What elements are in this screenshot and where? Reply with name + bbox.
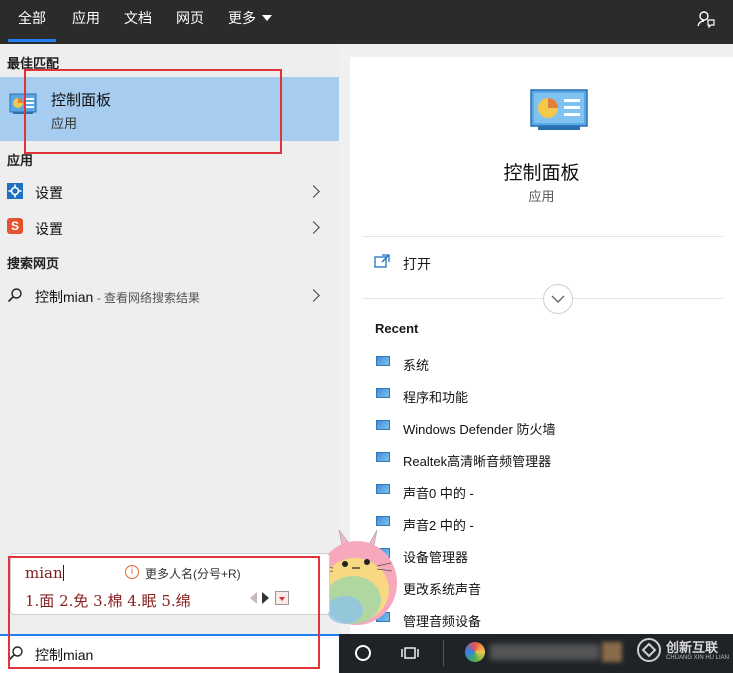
- chevron-down-icon: [551, 295, 565, 303]
- recent-icon: [376, 420, 390, 430]
- search-icon: [7, 287, 23, 303]
- top-bar: [0, 0, 733, 44]
- highlight-box: [24, 69, 282, 154]
- web-search-query: 控制mian: [35, 289, 94, 305]
- blurred-app-icon: [602, 642, 622, 662]
- apps-heading: 应用: [7, 153, 34, 168]
- divider: [363, 236, 723, 237]
- tab-documents-label: 文档: [124, 10, 152, 26]
- cortana-icon[interactable]: [355, 645, 371, 661]
- expand-button[interactable]: [543, 284, 573, 314]
- tab-apps[interactable]: 应用: [72, 0, 100, 44]
- open-icon: [374, 254, 390, 268]
- taskbar-divider: [443, 640, 444, 666]
- web-search-suffix: - 查看网络搜索结果: [93, 291, 201, 305]
- tab-all-label: 全部: [18, 10, 46, 26]
- tab-documents[interactable]: 文档: [124, 0, 152, 44]
- control-panel-large-icon: [530, 88, 588, 132]
- recent-item[interactable]: 设备管理器: [403, 547, 468, 566]
- recent-item[interactable]: 声音0 中的 -: [403, 483, 474, 502]
- tab-all[interactable]: 全部: [8, 0, 56, 44]
- tab-apps-label: 应用: [72, 10, 100, 26]
- detail-subtitle: 应用: [528, 189, 555, 204]
- chevron-down-icon: [262, 15, 272, 21]
- recent-item[interactable]: 管理音频设备: [403, 611, 481, 630]
- recent-icon: [376, 356, 390, 366]
- watermark-logo-icon: [636, 637, 662, 663]
- highlight-box: [8, 556, 320, 669]
- app-item-settings-1-label: 设置: [35, 185, 63, 201]
- recent-icon: [376, 388, 390, 398]
- tab-web[interactable]: 网页: [176, 0, 204, 44]
- recent-icon: [376, 516, 390, 526]
- recent-icon: [376, 484, 390, 494]
- app-item-settings-2-label: 设置: [35, 221, 63, 237]
- open-label: 打开: [403, 256, 431, 272]
- tab-web-label: 网页: [176, 10, 204, 26]
- watermark-subtext: CHUANG XIN HU LIAN: [666, 655, 730, 661]
- recent-item[interactable]: 系统: [403, 355, 429, 374]
- app-s-icon: S: [7, 218, 23, 234]
- feedback-icon[interactable]: [696, 9, 716, 29]
- blurred-taskbar-apps: [490, 644, 600, 660]
- app-icon[interactable]: [465, 642, 485, 662]
- recent-item[interactable]: 更改系统声音: [403, 579, 481, 598]
- recent-icon: [376, 452, 390, 462]
- recent-item[interactable]: Windows Defender 防火墙: [403, 419, 555, 438]
- watermark-text: 创新互联: [666, 640, 719, 655]
- recent-item[interactable]: Realtek高清晰音频管理器: [403, 451, 551, 470]
- tab-more[interactable]: 更多: [228, 0, 272, 44]
- gear-icon: [7, 183, 23, 199]
- task-view-icon[interactable]: [401, 645, 419, 661]
- web-search-heading: 搜索网页: [7, 256, 60, 271]
- web-search-text: 控制mian - 查看网络搜索结果: [35, 287, 200, 307]
- recent-heading: Recent: [375, 321, 419, 336]
- recent-item[interactable]: 声音2 中的 -: [403, 515, 474, 534]
- detail-title: 控制面板: [503, 163, 580, 184]
- tab-more-label: 更多: [228, 10, 256, 26]
- recent-item[interactable]: 程序和功能: [403, 387, 468, 406]
